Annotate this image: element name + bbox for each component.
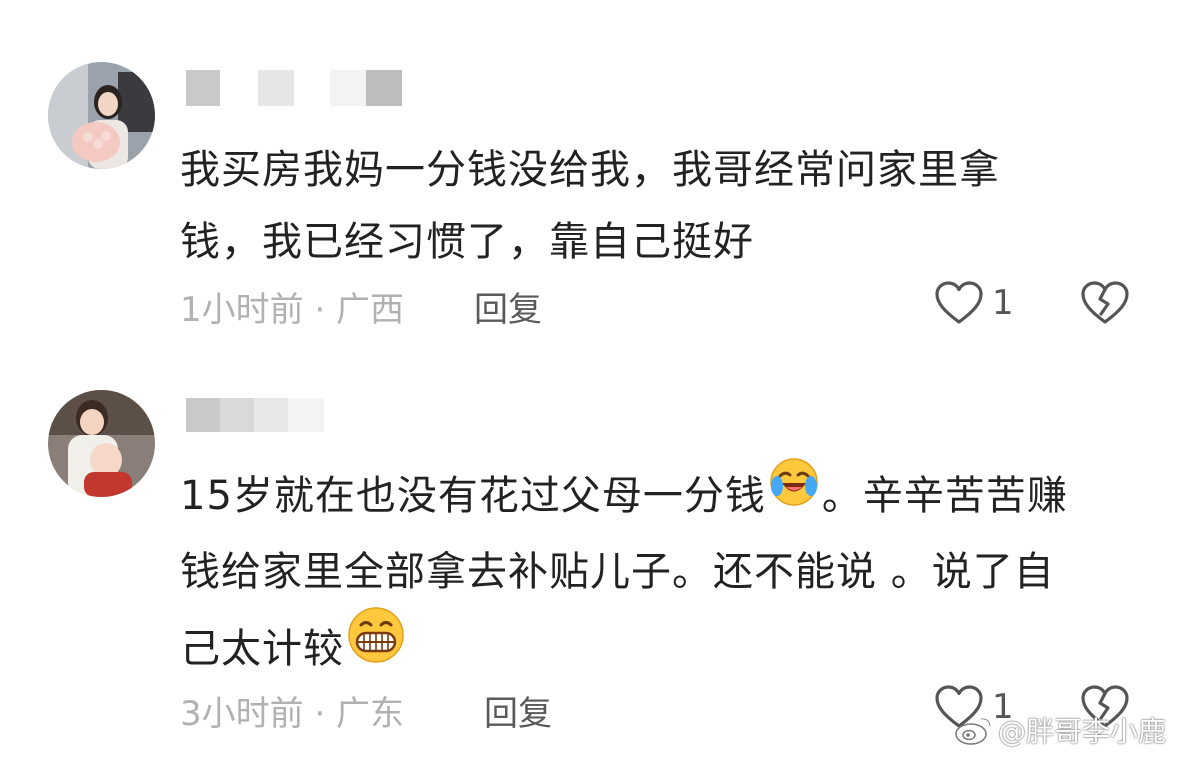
blur-block (258, 70, 294, 106)
comment-item: 15岁就在也没有花过父母一分钱 。辛辛苦苦赚 钱给家里全部拿去补贴儿子。还不能说… (0, 380, 1178, 760)
heart-icon (935, 281, 983, 324)
comment-text-segment: 15岁就在也没有花过父母一分钱 (180, 473, 766, 519)
comment-text: 15岁就在也没有花过父母一分钱 。辛辛苦苦赚 钱给家里全部拿去补贴儿子。还不能说… (180, 458, 1068, 693)
like-button[interactable]: 1 (934, 280, 1014, 326)
grinning-emoji-icon (346, 605, 406, 689)
blur-block (220, 70, 258, 106)
comment-text-segment: 己太计较 (180, 626, 344, 672)
blur-block (220, 398, 254, 432)
comment-text-line: 钱，我已经习惯了，靠自己挺好 (180, 219, 754, 265)
blur-block (186, 70, 220, 106)
blur-block (330, 70, 366, 106)
username-blurred[interactable] (186, 398, 324, 432)
dislike-button[interactable] (1080, 280, 1130, 330)
blur-block (254, 398, 288, 432)
comment-text-segment: 。辛辛苦苦赚 (821, 473, 1068, 519)
blur-block (186, 398, 220, 432)
blur-block (366, 70, 402, 106)
weibo-logo-icon (955, 717, 992, 745)
watermark: @胖哥李小鹿 (954, 710, 1166, 750)
comment-list: 我买房我妈一分钱没给我，我哥经常问家里拿 钱，我已经习惯了，靠自己挺好 1小时前… (0, 0, 1178, 760)
comment-text-line: 我买房我妈一分钱没给我，我哥经常问家里拿 (180, 147, 1000, 193)
broken-heart-icon (1081, 281, 1129, 324)
comment-text-line: 钱给家里全部拿去补贴儿子。还不能说 。说了自 (180, 549, 1055, 595)
comment-item: 我买房我妈一分钱没给我，我哥经常问家里拿 钱，我已经习惯了，靠自己挺好 1小时前… (0, 0, 1178, 380)
avatar[interactable] (48, 62, 155, 169)
watermark-text: @胖哥李小鹿 (997, 715, 1166, 748)
reply-button[interactable]: 回复 (484, 686, 552, 735)
blur-block (288, 398, 324, 432)
username-blurred[interactable] (186, 70, 402, 106)
time-location: 3小时前 · 广东 (180, 694, 405, 734)
comment-text: 我买房我妈一分钱没给我，我哥经常问家里拿 钱，我已经习惯了，靠自己挺好 (180, 134, 1000, 278)
blur-block (294, 70, 330, 106)
avatar[interactable] (48, 390, 155, 497)
like-count: 1 (992, 283, 1014, 323)
comment-text-line: 15岁就在也没有花过父母一分钱 。辛辛苦苦赚 (180, 458, 1068, 536)
comment-text-line: 己太计较 (180, 607, 1068, 693)
reply-button[interactable]: 回复 (474, 282, 542, 331)
time-location: 1小时前 · 广西 (180, 290, 405, 330)
laughing-crying-emoji-icon (768, 456, 820, 532)
